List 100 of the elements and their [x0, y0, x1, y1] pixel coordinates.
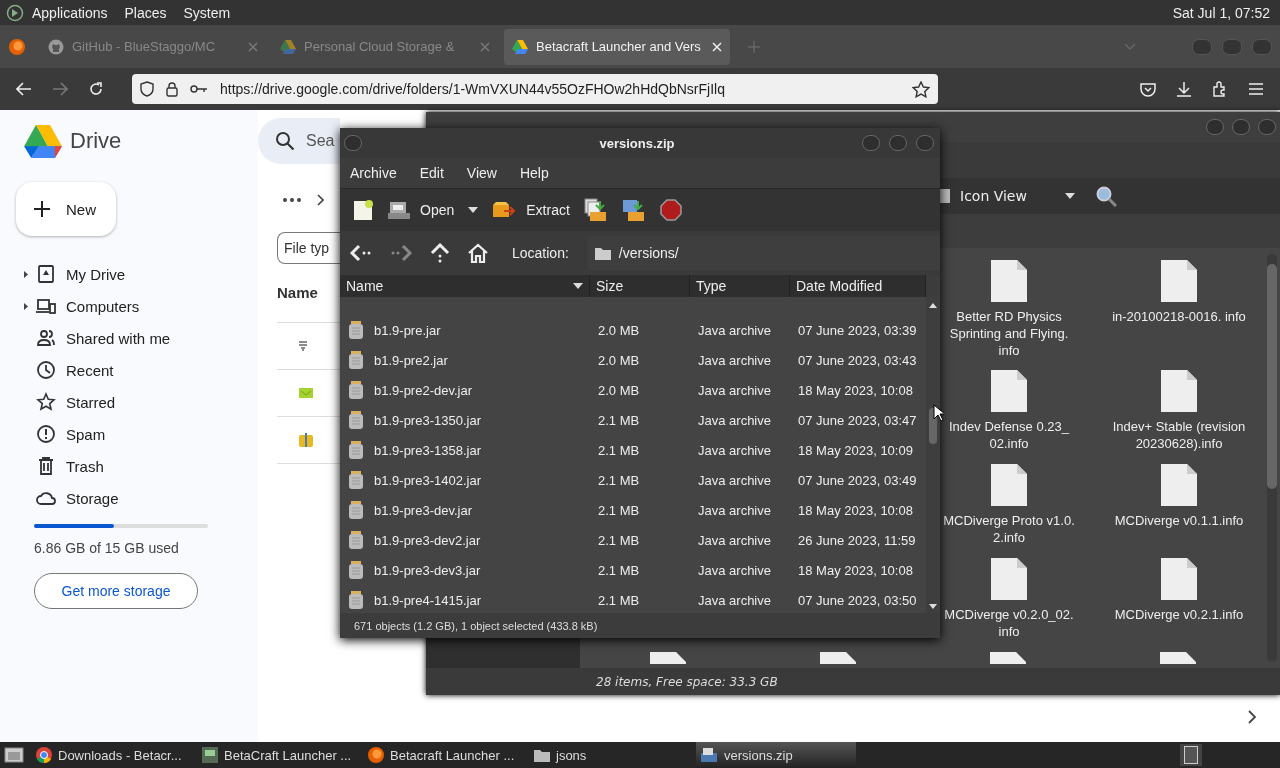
add-folder-icon[interactable]	[621, 198, 646, 222]
file-name[interactable]: MCDiverge v0.2.1.info	[1111, 606, 1247, 623]
search-icon[interactable]	[275, 131, 295, 151]
back-arrow-icon[interactable]	[16, 82, 32, 96]
document-icon[interactable]	[820, 652, 856, 664]
nav-item[interactable]: My Drive	[16, 258, 258, 290]
new-button[interactable]: New	[16, 182, 116, 236]
taskbar-item[interactable]: jsons	[530, 742, 690, 768]
document-icon[interactable]	[991, 464, 1027, 506]
file-name[interactable]: b1.9-pre3-1358.jar	[374, 442, 481, 458]
show-desktop-icon[interactable]	[4, 747, 24, 763]
lock-icon[interactable]	[166, 81, 178, 97]
reload-icon[interactable]	[88, 81, 104, 97]
file-name[interactable]: b1.9-pre3-dev3.jar	[374, 562, 481, 578]
search-icon[interactable]	[1095, 185, 1117, 207]
menu-item[interactable]: Edit	[419, 165, 444, 181]
document-icon[interactable]	[990, 652, 1026, 664]
scroll-up-arrow-icon[interactable]	[929, 303, 937, 308]
document-icon[interactable]	[650, 652, 686, 664]
nav-item[interactable]: Starred	[16, 386, 258, 418]
add-files-icon[interactable]	[583, 198, 608, 222]
file-name[interactable]: MCDiverge v0.2.0_02. info	[941, 606, 1077, 640]
file-name[interactable]: Indev+ Stable (revision 20230628).info	[1111, 418, 1247, 452]
browser-logo-icon[interactable]	[8, 37, 26, 56]
filter-chip[interactable]: File typ	[277, 232, 340, 264]
forward-arrow-icon[interactable]	[390, 244, 412, 262]
get-more-storage-button[interactable]: Get more storage	[34, 573, 198, 609]
file-name[interactable]: b1.9-pre.jar	[374, 322, 441, 338]
pocket-icon[interactable]	[1140, 81, 1156, 97]
scrollbar[interactable]	[1267, 254, 1277, 662]
panel-menu[interactable]: Places	[124, 4, 167, 21]
file-name[interactable]: b1.9-pre3-dev.jar	[374, 502, 473, 518]
document-icon[interactable]	[1161, 558, 1197, 600]
home-icon[interactable]	[468, 243, 488, 263]
file-name[interactable]: MCDiverge Proto v1.0. 2.info	[941, 512, 1077, 546]
menu-icon[interactable]	[1248, 82, 1264, 96]
file-name[interactable]: MCDiverge v0.1.1.info	[1111, 512, 1247, 529]
forward-arrow-icon[interactable]	[52, 82, 68, 96]
triangle-logo-icon[interactable]	[24, 124, 62, 158]
nav-item[interactable]: Shared with me	[16, 322, 258, 354]
status-bar: 671 objects (1.2 GB), 1 object selected (433.8 kB)	[340, 613, 940, 638]
scroll-down-arrow-icon[interactable]	[929, 604, 937, 609]
document-icon[interactable]	[1160, 652, 1196, 664]
file-size: 2.1 MB	[597, 472, 641, 488]
puzzle-icon[interactable]	[1212, 81, 1228, 97]
expand-arrow-icon[interactable]	[24, 270, 28, 278]
document-icon[interactable]	[991, 260, 1027, 302]
nav-item[interactable]: Computers	[16, 290, 258, 322]
file-name[interactable]: b1.9-pre2-dev.jar	[374, 382, 473, 398]
new-document-icon[interactable]	[352, 199, 374, 221]
key-icon[interactable]	[190, 84, 208, 94]
file-name[interactable]: b1.9-pre3-1350.jar	[374, 412, 481, 428]
search-field[interactable]: Sea	[258, 118, 340, 164]
address-bar[interactable]: https://drive.google.com/drive/folders/1-WmVXUN44v55OzFHOw2hHdQbNsrFjIlq	[132, 74, 938, 104]
download-icon[interactable]	[1176, 81, 1192, 97]
file-name[interactable]: b1.9-pre3-dev2.jar	[374, 532, 481, 548]
file-name[interactable]: Indev Defense 0.23_ 02.info	[941, 418, 1077, 452]
taskbar-item[interactable]: BetaCraft Launcher ...	[198, 742, 358, 768]
file-size: 2.1 MB	[597, 532, 641, 548]
menu-item[interactable]: Help	[519, 165, 549, 181]
window-title: versions.zip	[598, 135, 676, 151]
menu-item[interactable]: View	[466, 165, 497, 181]
view-icon	[940, 189, 950, 203]
taskbar-item[interactable]: Downloads - Betacr...	[32, 742, 192, 768]
document-icon[interactable]	[991, 558, 1027, 600]
taskbar-item[interactable]: Betacraft Launcher ...	[364, 742, 524, 768]
nav-item[interactable]: Storage	[16, 482, 258, 514]
location-field[interactable]: /versions/	[586, 236, 940, 270]
more-icon[interactable]	[283, 198, 301, 202]
file-name[interactable]: in-20100218-0016. info	[1111, 308, 1247, 325]
file-name[interactable]: b1.9-pre4-1415.jar	[374, 592, 481, 608]
extract-button[interactable]: Extract	[492, 201, 570, 219]
panel-menu[interactable]: Applications	[32, 4, 108, 21]
nav-item[interactable]: Recent	[16, 354, 258, 386]
document-icon[interactable]	[1161, 260, 1197, 302]
shield-icon[interactable]	[140, 81, 154, 97]
document-icon[interactable]	[991, 370, 1027, 412]
document-icon[interactable]	[1161, 464, 1197, 506]
system-logo-icon[interactable]	[6, 3, 24, 22]
open-button[interactable]: Open	[388, 201, 455, 219]
stop-icon[interactable]	[659, 199, 682, 221]
panel-menu[interactable]: System	[183, 4, 231, 21]
browser-tab[interactable]: Betacraft Launcher and Vers	[504, 28, 730, 65]
nav-item[interactable]: Spam	[16, 418, 258, 450]
file-name[interactable]: b1.9-pre2.jar	[374, 352, 448, 368]
file-name[interactable]: Better RD Physics Sprinting and Flying. info	[941, 308, 1077, 359]
up-arrow-icon[interactable]	[430, 243, 450, 263]
nav-item[interactable]: Trash	[16, 450, 258, 482]
expand-arrow-icon[interactable]	[24, 302, 28, 310]
jar-icon	[348, 501, 364, 519]
chevron-right-icon[interactable]	[1248, 710, 1256, 724]
clock[interactable]: Sat Jul 1, 07:52	[1172, 4, 1272, 21]
menu-item[interactable]: Archive	[350, 165, 397, 181]
view-mode-dropdown[interactable]: Icon View	[960, 188, 1075, 204]
workspace-switcher[interactable]	[1180, 744, 1202, 766]
star-icon[interactable]	[912, 80, 930, 98]
document-icon[interactable]	[1161, 370, 1197, 412]
back-arrow-icon[interactable]	[350, 244, 372, 262]
file-name[interactable]: b1.9-pre3-1402.jar	[374, 472, 481, 488]
file-size: 2.0 MB	[597, 322, 641, 338]
